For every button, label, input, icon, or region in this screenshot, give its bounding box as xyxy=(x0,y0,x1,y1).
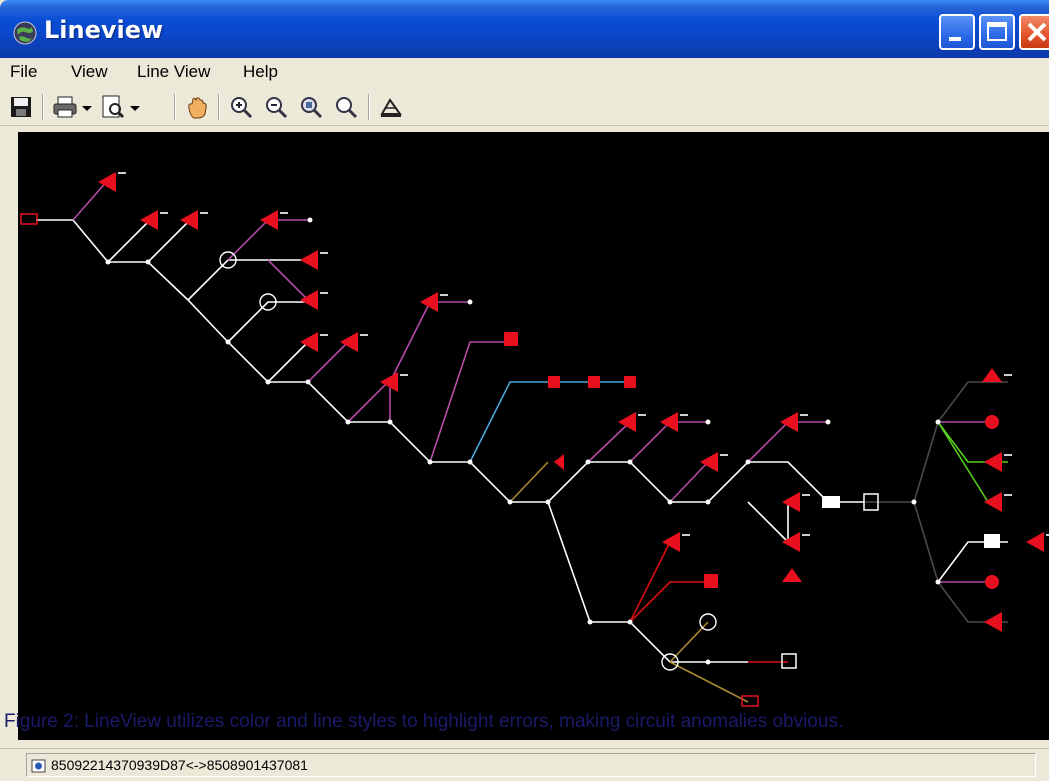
window-title: Lineview xyxy=(44,16,164,44)
status-text: 85092214370939D87<->8508901437081 xyxy=(51,757,308,773)
zoom-window-icon[interactable] xyxy=(298,94,324,120)
tree-layout-icon[interactable] xyxy=(378,94,404,120)
maximize-icon xyxy=(987,22,1007,41)
toolbar-separator xyxy=(368,94,370,120)
title-bar[interactable]: Lineview xyxy=(0,0,1049,58)
menu-help[interactable]: Help xyxy=(243,62,278,82)
status-panel: 85092214370939D87<->8508901437081 xyxy=(26,753,1036,777)
toolbar-separator xyxy=(218,94,220,120)
menu-line-view[interactable]: Line View xyxy=(137,62,210,82)
close-icon xyxy=(1027,22,1047,42)
print-dropdown-icon[interactable] xyxy=(80,94,94,120)
toolbar-separator xyxy=(174,94,176,120)
zoom-out-icon[interactable] xyxy=(263,94,289,120)
menu-file[interactable]: File xyxy=(10,62,37,82)
application-window: Lineview File View Line View Help Figure… xyxy=(0,0,1049,781)
document-status-icon xyxy=(31,759,46,773)
app-globe-icon xyxy=(13,21,37,45)
pan-hand-icon[interactable] xyxy=(184,94,210,120)
menu-view[interactable]: View xyxy=(71,62,108,82)
menu-bar: File View Line View Help xyxy=(0,58,1049,86)
maximize-button[interactable] xyxy=(979,14,1015,50)
save-icon[interactable] xyxy=(8,94,34,120)
close-button[interactable] xyxy=(1019,14,1049,50)
zoom-fit-icon[interactable] xyxy=(333,94,359,120)
print-preview-icon[interactable] xyxy=(100,94,126,120)
print-icon[interactable] xyxy=(52,94,78,120)
status-bar: 85092214370939D87<->8508901437081 xyxy=(0,748,1049,781)
figure-caption: Figure 2: LineView utilizes color and li… xyxy=(4,711,844,732)
minimize-icon xyxy=(949,37,961,41)
preview-dropdown-icon[interactable] xyxy=(128,94,142,120)
minimize-button[interactable] xyxy=(939,14,975,50)
toolbar xyxy=(0,86,1049,126)
toolbar-separator xyxy=(42,94,44,120)
zoom-in-icon[interactable] xyxy=(228,94,254,120)
lineview-canvas[interactable] xyxy=(18,132,1049,740)
circuit-diagram[interactable] xyxy=(18,132,1049,740)
